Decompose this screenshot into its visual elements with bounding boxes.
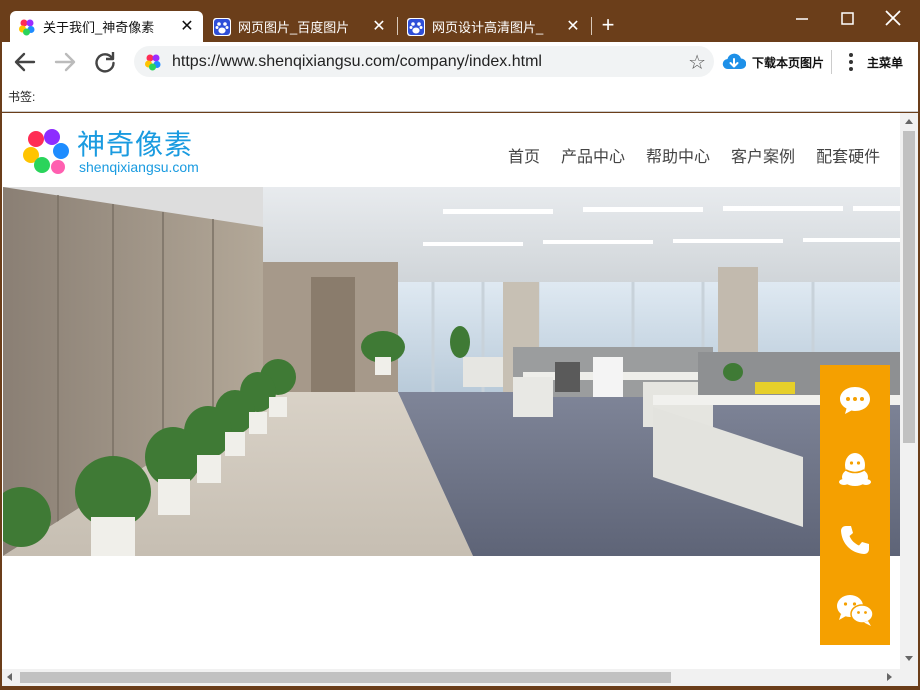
minimize-icon[interactable] [790, 8, 814, 30]
reload-icon[interactable] [92, 49, 118, 75]
site-nav: 首页 产品中心 帮助中心 客户案例 配套硬件 [508, 143, 880, 167]
baidu-paw-icon [213, 17, 231, 36]
scroll-left-icon[interactable] [7, 673, 12, 681]
wechat-icon[interactable] [820, 575, 890, 645]
download-images-button[interactable]: 下载本页图片 [722, 50, 824, 74]
nav-help[interactable]: 帮助中心 [646, 143, 710, 167]
tab-title: 网页图片_百度图片 [238, 20, 350, 35]
browser-toolbar: https://www.shenqixiangsu.com/company/in… [2, 42, 918, 82]
tab-baidu-images[interactable]: 网页图片_百度图片 ✕ [205, 11, 395, 42]
office-banner-image [3, 187, 900, 556]
close-window-icon[interactable] [881, 8, 905, 30]
tab-strip: 关于我们_神奇像素 ✕ 网页图片_百度图片 ✕ 网页设计高清图片_ ✕ + [0, 0, 920, 44]
close-icon[interactable]: ✕ [179, 18, 195, 35]
main-menu-button[interactable]: 主菜单 [848, 50, 903, 74]
address-bar[interactable]: https://www.shenqixiangsu.com/company/in… [134, 46, 714, 77]
close-icon[interactable]: ✕ [565, 18, 581, 35]
chat-bubble-icon[interactable] [820, 365, 890, 435]
floating-contact-panel [820, 365, 890, 645]
main-menu-label: 主菜单 [867, 55, 904, 70]
scroll-right-icon[interactable] [887, 673, 892, 681]
horizontal-scrollbar[interactable] [2, 669, 900, 686]
maximize-icon[interactable] [835, 8, 859, 30]
nav-products[interactable]: 产品中心 [561, 143, 625, 167]
nav-home[interactable]: 首页 [508, 143, 540, 167]
site-header: 神奇像素 shenqixiangsu.com 首页 产品中心 帮助中心 客户案例… [2, 113, 900, 187]
colorful-dots-icon [144, 53, 162, 71]
page-viewport: 神奇像素 shenqixiangsu.com 首页 产品中心 帮助中心 客户案例… [2, 113, 918, 686]
close-icon[interactable]: ✕ [371, 18, 387, 35]
tab-separator [591, 17, 592, 35]
kebab-menu-icon [848, 53, 854, 71]
toolbar-separator [831, 50, 832, 74]
nav-cases[interactable]: 客户案例 [731, 143, 795, 167]
logo-text-en[interactable]: shenqixiangsu.com [79, 159, 199, 175]
download-images-label: 下载本页图片 [752, 55, 825, 70]
vertical-scroll-thumb[interactable] [903, 131, 915, 443]
qq-penguin-icon[interactable] [820, 435, 890, 505]
back-arrow-icon[interactable] [12, 49, 38, 75]
logo-text-cn[interactable]: 神奇像素 [77, 123, 193, 163]
browser-window: 关于我们_神奇像素 ✕ 网页图片_百度图片 ✕ 网页设计高清图片_ ✕ + ht… [0, 0, 920, 690]
star-icon[interactable]: ☆ [688, 50, 706, 75]
scroll-down-icon[interactable] [905, 656, 913, 661]
bookmarks-label: 书签: [8, 90, 36, 104]
baidu-paw-icon [407, 17, 425, 36]
tab-web-design[interactable]: 网页设计高清图片_ ✕ [399, 11, 589, 42]
phone-icon[interactable] [820, 505, 890, 575]
vertical-scrollbar[interactable] [900, 113, 918, 686]
tab-active[interactable]: 关于我们_神奇像素 ✕ [10, 11, 203, 42]
colorful-dots-icon [18, 18, 36, 36]
bookmarks-bar: 书签: [2, 82, 918, 112]
nav-hardware[interactable]: 配套硬件 [816, 143, 880, 167]
forward-arrow-icon[interactable] [52, 49, 78, 75]
tab-title: 关于我们_神奇像素 [43, 20, 155, 35]
horizontal-scroll-thumb[interactable] [20, 672, 671, 683]
new-tab-button[interactable]: + [597, 14, 619, 36]
logo-dots-icon[interactable] [22, 127, 70, 175]
cloud-download-icon [722, 52, 747, 72]
tab-separator [397, 17, 398, 35]
address-url[interactable]: https://www.shenqixiangsu.com/company/in… [172, 53, 542, 71]
scroll-up-icon[interactable] [905, 119, 913, 124]
tab-title: 网页设计高清图片_ [432, 20, 544, 35]
